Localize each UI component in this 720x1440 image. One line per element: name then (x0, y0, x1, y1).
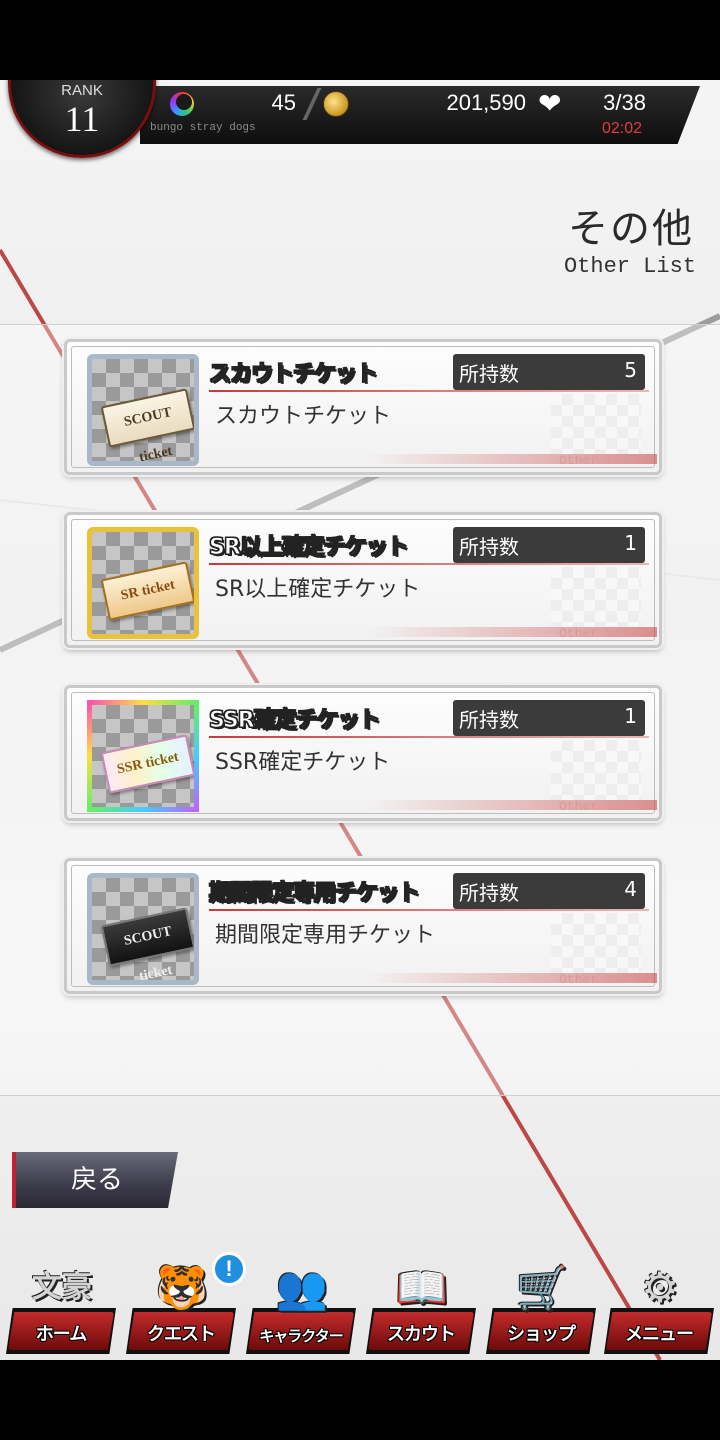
page-title: その他 (568, 206, 694, 251)
owned-count-box: 所持数 1 (453, 527, 645, 563)
item-thumbnail: SCOUT ticket (87, 354, 199, 466)
stamina-timer: 02:02 (602, 120, 643, 137)
nav-scout[interactable]: 📖 スカウト (366, 1258, 478, 1354)
item-description: SR以上確定チケット (215, 577, 421, 602)
game-caption: bungo stray dogs (150, 122, 256, 134)
rank-label: RANK (61, 82, 103, 99)
gold-coin-icon (323, 91, 349, 117)
page-subtitle: Other List (563, 254, 696, 279)
owned-count-label: 所持数 (459, 362, 519, 386)
card-footer-label: Other List (558, 626, 637, 641)
menu-gear-icon: ⚙ (641, 1263, 679, 1312)
nav-shop[interactable]: 🛒 ショップ (486, 1258, 598, 1354)
card-footer-label: Other List (558, 972, 637, 987)
nav-home-label: ホーム (35, 1324, 87, 1345)
item-name: スカウトチケット (208, 362, 378, 388)
resource-strip: 45 201,590 ❤ 3/38 bungo stray dogs 02:02 (140, 86, 700, 144)
item-thumbnail: SCOUT ticket (87, 873, 199, 985)
stamina-count: 3/38 (603, 90, 646, 115)
item-name: 期間限定専用チケット (208, 881, 420, 907)
game-screen: 45 201,590 ❤ 3/38 bungo stray dogs 02:02… (0, 80, 720, 1360)
nav-menu[interactable]: ⚙ メニュー (604, 1258, 716, 1354)
gem-count: 45 (271, 90, 296, 115)
nav-home[interactable]: 文豪 ホーム (6, 1258, 118, 1354)
rank-value: 11 (64, 99, 100, 139)
limited-scout-ticket-icon: SCOUT ticket (100, 907, 194, 980)
sr-ticket-icon: SR ticket (100, 561, 194, 621)
nav-quest-label: クエスト (147, 1324, 216, 1345)
item-list: SCOUT ticket スカウトチケット 所持数 5 スカウトチケット Oth… (0, 324, 720, 1096)
rank-badge: RANK 11 (8, 80, 156, 158)
coin-count: 201,590 (446, 90, 526, 115)
owned-count-value: 1 (624, 531, 637, 555)
card-footer-label: Other List (558, 453, 637, 468)
owned-count-label: 所持数 (459, 881, 519, 905)
list-item[interactable]: SR ticket SR以上確定チケット 所持数 1 SR以上確定チケット Ot… (64, 512, 662, 648)
nav-shop-label: ショップ (507, 1324, 576, 1345)
nav-character[interactable]: 👥 キャラクター (246, 1258, 358, 1354)
owned-count-value: 4 (624, 877, 637, 901)
list-item[interactable]: SCOUT ticket スカウトチケット 所持数 5 スカウトチケット Oth… (64, 339, 662, 475)
ssr-ticket-icon: SSR ticket (100, 734, 194, 794)
notification-badge: ! (212, 1252, 246, 1286)
owned-count-label: 所持数 (459, 535, 519, 559)
quest-icon: 🐯 (155, 1263, 209, 1312)
shop-icon: 🛒 (515, 1263, 569, 1312)
rainbow-moon-icon (170, 92, 194, 116)
home-icon: 文豪 (32, 1270, 92, 1305)
owned-count-box: 所持数 4 (453, 873, 645, 909)
list-item[interactable]: SCOUT ticket 期間限定専用チケット 所持数 4 期間限定専用チケット… (64, 858, 662, 994)
nav-quest[interactable]: 🐯 クエスト ! (126, 1252, 246, 1354)
item-description: 期間限定専用チケット (215, 923, 436, 948)
card-footer-label: Other List (558, 799, 637, 814)
status-bar: 45 201,590 ❤ 3/38 bungo stray dogs 02:02… (0, 80, 720, 158)
item-thumbnail: SSR ticket (87, 700, 199, 812)
scout-ticket-icon: SCOUT ticket (100, 388, 194, 461)
item-thumbnail: SR ticket (87, 527, 199, 639)
nav-character-label: キャラクター (259, 1327, 343, 1345)
owned-count-value: 5 (624, 358, 637, 382)
heart-ap-icon: ❤ (538, 87, 562, 120)
bottom-nav: 文豪 ホーム 🐯 クエスト ! 👥 キャラクター 📖 スカウト 🛒 ショップ ⚙ (0, 1250, 720, 1360)
scout-icon: 📖 (395, 1263, 449, 1312)
owned-count-box: 所持数 1 (453, 700, 645, 736)
item-name: SR以上確定チケット (209, 535, 410, 561)
back-button[interactable]: 戻る (12, 1152, 178, 1208)
nav-menu-label: メニュー (625, 1324, 694, 1345)
item-description: SSR確定チケット (215, 750, 391, 775)
owned-count-value: 1 (624, 704, 637, 728)
item-description: スカウトチケット (215, 404, 392, 429)
list-item[interactable]: SSR ticket SSR確定チケット 所持数 1 SSR確定チケット Oth… (64, 685, 662, 821)
nav-scout-label: スカウト (387, 1324, 456, 1345)
character-icon: 👥 (275, 1263, 329, 1312)
item-name: SSR確定チケット (209, 708, 382, 734)
owned-count-label: 所持数 (459, 708, 519, 732)
owned-count-box: 所持数 5 (453, 354, 645, 390)
